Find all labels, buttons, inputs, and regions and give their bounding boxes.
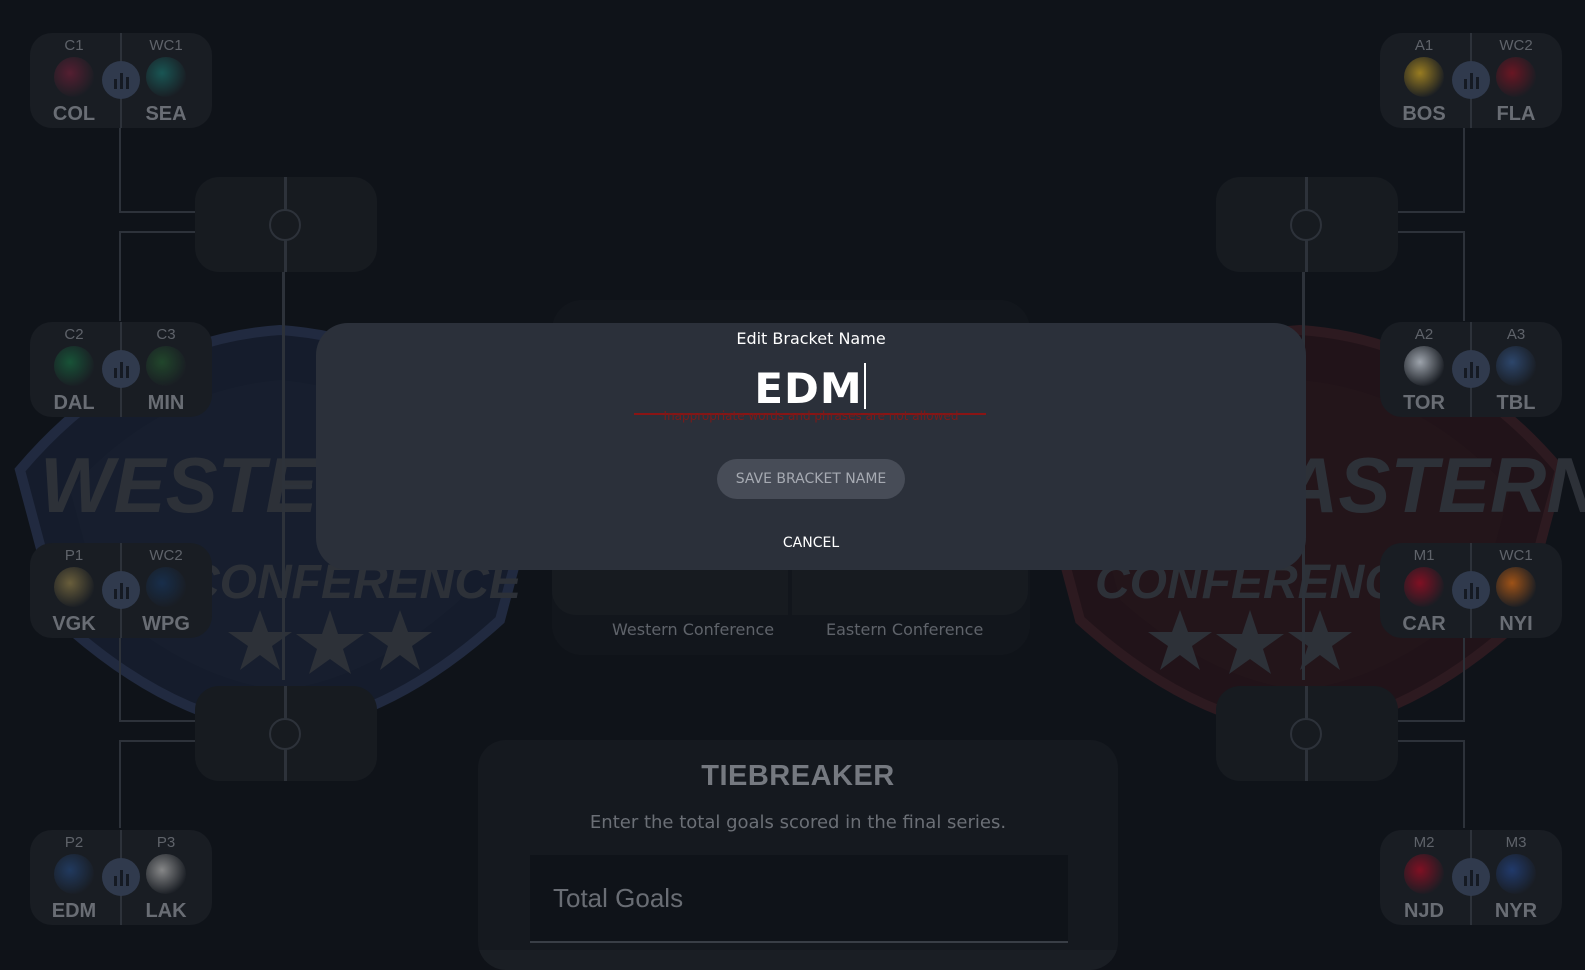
edit-bracket-name-dialog: Edit Bracket Name EDM Inappropriate word…	[316, 323, 1306, 570]
dialog-title: Edit Bracket Name	[736, 329, 886, 348]
bracket-name-input[interactable]: EDM	[634, 361, 986, 415]
validation-error: Inappropriate words and phrases are not …	[663, 409, 959, 423]
bracket-name-value: EDM	[754, 364, 863, 413]
save-bracket-name-button[interactable]: SAVE BRACKET NAME	[717, 459, 905, 499]
text-cursor	[863, 363, 866, 409]
cancel-button[interactable]: CANCEL	[316, 535, 1306, 551]
